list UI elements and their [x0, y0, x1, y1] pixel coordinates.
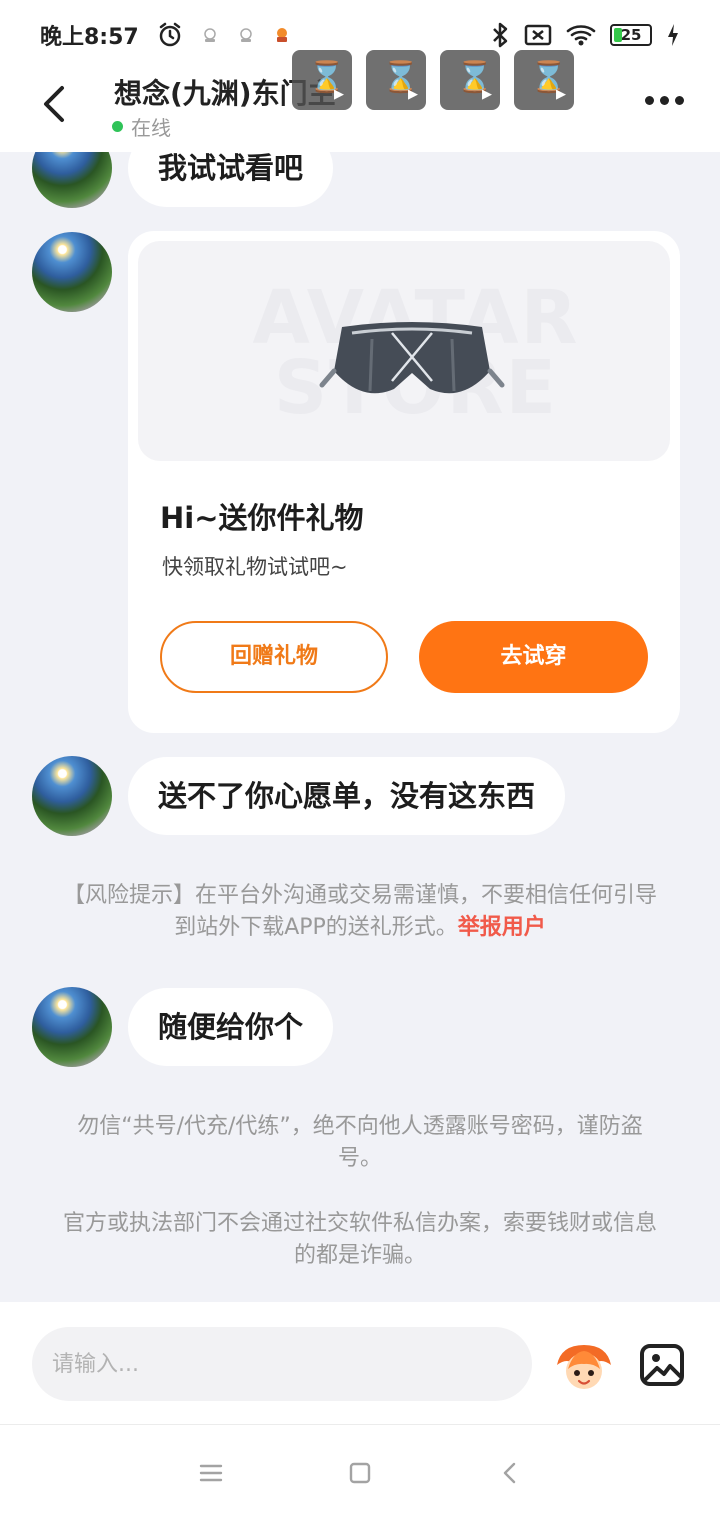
home-icon[interactable] [346, 1459, 374, 1487]
online-status: 在线 [112, 112, 171, 141]
more-dot-icon [644, 95, 654, 105]
gift-skirt-icon [319, 322, 505, 394]
avatar[interactable] [32, 152, 112, 208]
battery-indicator: 25 [610, 24, 652, 46]
overlay-hourglass-button[interactable] [440, 50, 500, 110]
chat-area[interactable]: 我试试看吧 AVATAR STORE Hi~送你件礼物 快领取礼物试试吧~ 回赠… [0, 152, 720, 1302]
message-bubble[interactable]: 我试试看吧 [128, 152, 334, 207]
input-bar [0, 1302, 720, 1424]
alarm-icon [159, 22, 180, 47]
avatar[interactable] [32, 987, 112, 1067]
status-right: 25 [490, 21, 680, 49]
emoji-button[interactable] [553, 1339, 615, 1393]
back-nav-icon[interactable] [497, 1459, 525, 1487]
charging-icon [668, 24, 678, 46]
more-options-button[interactable] [640, 88, 688, 112]
bluetooth-icon [493, 22, 508, 48]
app-notification-icon [276, 28, 287, 42]
message-input[interactable] [32, 1327, 532, 1401]
overlay-hourglass-button[interactable] [366, 50, 426, 110]
avatar[interactable] [32, 756, 112, 836]
gift-image: AVATAR STORE [138, 241, 670, 461]
fraud-warning: 官方或执法部门不会通过社交软件私信办案，索要钱财或信息的都是诈骗。 [62, 1211, 657, 1268]
notification-icon [203, 28, 216, 42]
notification-icon [239, 28, 252, 42]
message-bubble[interactable]: 送不了你心愿单，没有这东西 [128, 757, 566, 835]
risk-notice: 【风险提示】在平台外沟通或交易需谨慎，不要相信任何引导到站外下载APP的送礼形式… [56, 880, 664, 944]
no-sim-icon [524, 24, 552, 46]
try-on-button[interactable]: 去试穿 [419, 621, 648, 693]
system-nav-bar [0, 1424, 720, 1520]
gift-title: Hi~送你件礼物 [160, 501, 364, 535]
online-dot-icon [112, 121, 123, 132]
gift-card[interactable]: AVATAR STORE Hi~送你件礼物 快领取礼物试试吧~ 回赠礼物 去试穿 [128, 231, 680, 733]
overlay-hourglass-button[interactable] [514, 50, 574, 110]
return-gift-button[interactable]: 回赠礼物 [160, 621, 388, 693]
more-dot-icon [659, 95, 669, 105]
overlay-hourglass-button[interactable] [292, 50, 352, 110]
online-status-text: 在线 [131, 116, 171, 140]
image-button[interactable] [638, 1341, 686, 1389]
account-warning: 勿信“共号/代充/代练”，绝不向他人透露账号密码，谨防盗号。 [77, 1114, 643, 1171]
risk-notice-text: 【风险提示】在平台外沟通或交易需谨慎，不要相信任何引导到站外下载APP的送礼形式… [62, 883, 657, 940]
status-left: 晚上8:57 [40, 19, 291, 51]
report-user-link[interactable]: 举报用户 [458, 915, 546, 940]
avatar[interactable] [32, 232, 112, 312]
status-time: 晚上8:57 [40, 25, 139, 50]
more-dot-icon [674, 95, 684, 105]
menu-icon[interactable] [197, 1459, 225, 1487]
gift-subtitle: 快领取礼物试试吧~ [162, 555, 348, 579]
floating-overlay-buttons [292, 50, 574, 110]
message-bubble[interactable]: 随便给你个 [128, 988, 334, 1066]
wifi-icon [566, 25, 596, 46]
back-button[interactable] [34, 82, 74, 126]
